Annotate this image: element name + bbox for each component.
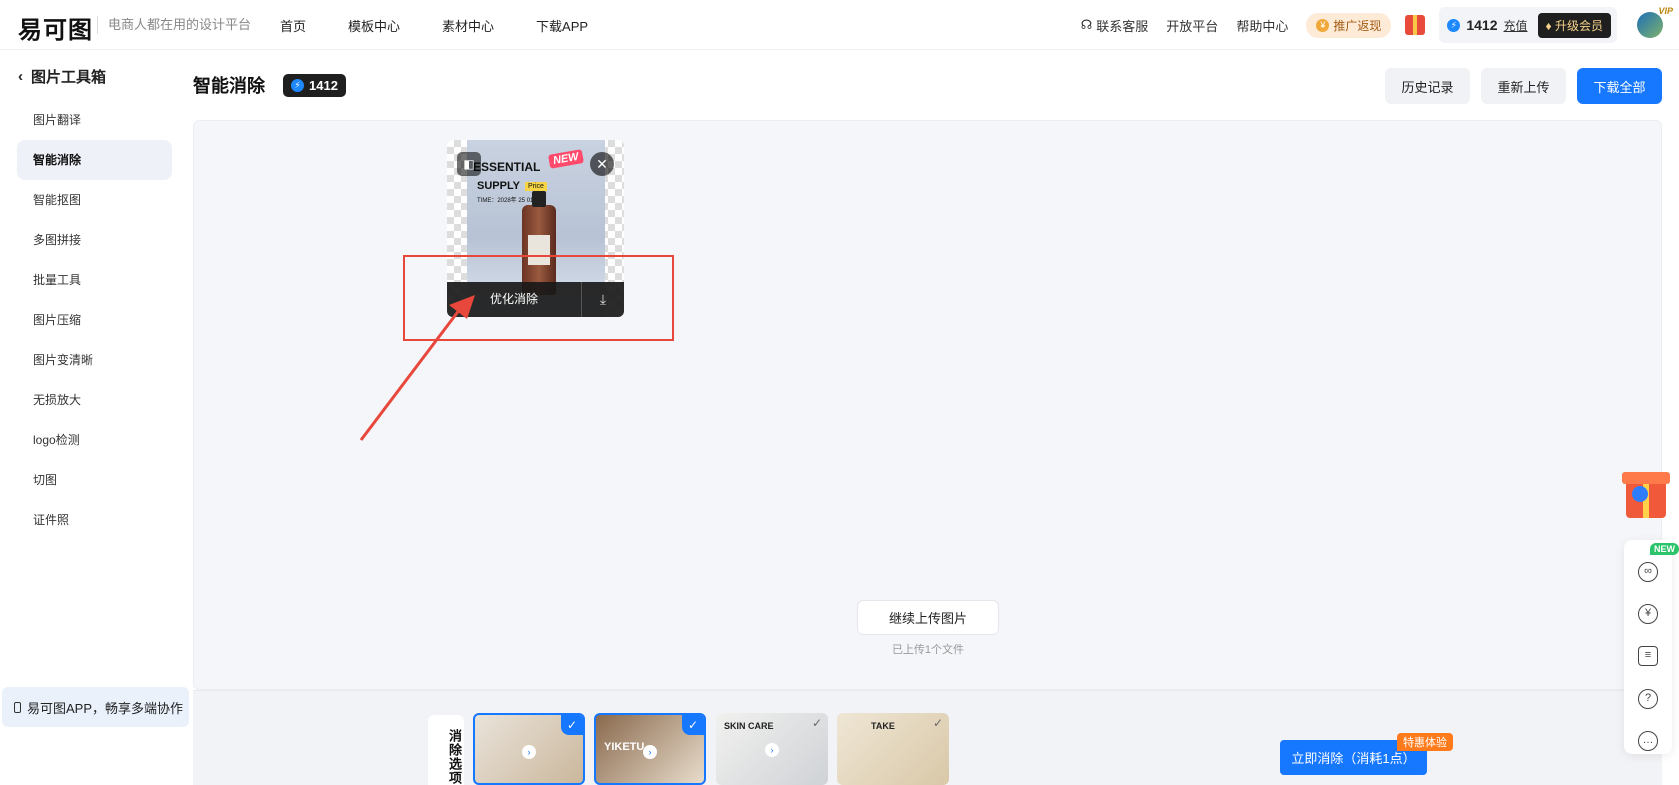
check-icon: ✓ — [932, 716, 944, 730]
sidebar-item-sharpen[interactable]: 图片变清晰 — [17, 340, 172, 380]
download-all-button[interactable]: 下载全部 — [1577, 68, 1662, 104]
sidebar-list: 图片翻译 智能消除 智能抠图 多图拼接 批量工具 图片压缩 图片变清晰 无损放大… — [17, 100, 172, 540]
open-platform-link[interactable]: 开放平台 — [1166, 16, 1218, 35]
sidebar-item-upscale[interactable]: 无损放大 — [17, 380, 172, 420]
help-center-link[interactable]: 帮助中心 — [1236, 16, 1288, 35]
avatar[interactable]: VIP — [1637, 6, 1673, 38]
sidebar-item-id-photo[interactable]: 证件照 — [17, 500, 172, 540]
sidebar-item-collage[interactable]: 多图拼接 — [17, 220, 172, 260]
sidebar-item-cutout[interactable]: 智能抠图 — [17, 180, 172, 220]
page-title: 智能消除 — [193, 76, 265, 96]
history-button[interactable]: 历史记录 — [1385, 68, 1470, 104]
promo-label: 推广返现 — [1333, 18, 1382, 33]
uploaded-count: 已上传1个文件 — [891, 644, 965, 656]
check-icon: ✓ — [682, 715, 704, 735]
poster-line2: SUPPLY — [477, 180, 521, 192]
top-bar: 易可图 电商人都在用的设计平台 首页 模板中心 素材中心 下载APP ☊ 联系客… — [0, 0, 1679, 50]
reupload-button[interactable]: 重新上传 — [1481, 68, 1566, 104]
sidebar-title[interactable]: ‹ 图片工具箱 — [18, 66, 106, 87]
customer-service-link[interactable]: ☊ 联系客服 — [1081, 16, 1149, 35]
logo[interactable]: 易可图 — [18, 10, 93, 45]
gift-promo-icon[interactable] — [1614, 462, 1674, 522]
coin-icon: ¥ — [1316, 18, 1330, 32]
main-nav: 首页 模板中心 素材中心 下载APP — [280, 16, 588, 35]
upgrade-label: 升级会员 — [1554, 18, 1603, 33]
new-badge: NEW — [1650, 543, 1679, 555]
sidebar-item-smart-erase[interactable]: 智能消除 — [17, 140, 172, 180]
slogan: 电商人都在用的设计平台 — [97, 16, 251, 34]
yuan-icon[interactable]: ¥ — [1638, 604, 1658, 624]
poster-price: Price — [525, 182, 547, 191]
link-icon[interactable]: ∞ — [1638, 562, 1658, 582]
headset-icon: ☊ — [1080, 17, 1093, 32]
check-icon: ✓ — [811, 716, 823, 730]
points-badge: ⚡ 1412 — [283, 74, 346, 97]
points-icon: ⚡ — [291, 79, 304, 92]
top-right: ☊ 联系客服 开放平台 帮助中心 ¥ 推广返现 ⚡ 1412 充值 ♦ 升级会员… — [1081, 0, 1679, 50]
diamond-icon: ♦ — [1545, 18, 1552, 33]
erase-option-3[interactable]: SKIN CARE ✓ › — [716, 713, 828, 785]
recharge-link[interactable]: 充值 — [1504, 17, 1528, 34]
play-icon[interactable]: › — [765, 743, 779, 757]
nav-templates[interactable]: 模板中心 — [348, 16, 400, 35]
close-icon[interactable]: ✕ — [590, 152, 614, 176]
help-icon[interactable]: ? — [1638, 689, 1658, 709]
sidebar: ‹ 图片工具箱 图片翻译 智能消除 智能抠图 多图拼接 批量工具 图片压缩 图片… — [0, 50, 180, 785]
nav-home[interactable]: 首页 — [280, 16, 306, 35]
sidebar-item-batch[interactable]: 批量工具 — [17, 260, 172, 300]
upgrade-vip-button[interactable]: ♦ 升级会员 — [1537, 12, 1611, 38]
option-caption: YIKETU — [604, 741, 645, 753]
sidebar-title-label: 图片工具箱 — [31, 69, 107, 86]
play-icon[interactable]: › — [522, 745, 536, 759]
play-icon[interactable]: › — [643, 745, 657, 759]
phone-icon — [14, 701, 21, 713]
option-caption: TAKE — [871, 721, 895, 731]
sidebar-item-logo-detect[interactable]: logo检测 — [17, 420, 172, 460]
note-icon[interactable]: ≡ — [1638, 646, 1658, 666]
erase-option-4[interactable]: TAKE ✓ — [837, 713, 949, 785]
pointer-arrow — [359, 295, 475, 441]
sidebar-item-translate[interactable]: 图片翻译 — [17, 100, 172, 140]
option-caption: SKIN CARE — [724, 721, 774, 731]
gift-icon[interactable] — [1405, 15, 1426, 35]
chat-icon[interactable]: … — [1638, 731, 1658, 751]
check-icon: ✓ — [561, 715, 583, 735]
points-icon: ⚡ — [1447, 18, 1461, 32]
vip-tag: VIP — [1658, 6, 1673, 16]
gift-coin — [1632, 486, 1648, 502]
nav-materials[interactable]: 素材中心 — [442, 16, 494, 35]
gift-lid — [1622, 472, 1670, 484]
sidebar-item-slice[interactable]: 切图 — [17, 460, 172, 500]
poster-new: NEW — [548, 149, 584, 169]
continue-upload-button[interactable]: 继续上传图片 — [857, 600, 999, 635]
poster-line1: ESSENTIAL — [473, 160, 541, 174]
customer-service-label: 联系客服 — [1096, 18, 1149, 34]
compare-icon[interactable]: ◧ — [457, 152, 481, 176]
trial-badge: 特惠体验 — [1397, 733, 1453, 751]
erase-options-label: 消除选项 — [428, 715, 464, 785]
app-banner[interactable]: 易可图APP，畅享多端协作 — [2, 687, 189, 727]
floating-toolbar: ∞ ¥ ≡ ? … — [1624, 540, 1672, 754]
sidebar-item-compress[interactable]: 图片压缩 — [17, 300, 172, 340]
points-box: ⚡ 1412 充值 ♦ 升级会员 — [1439, 7, 1617, 43]
points-badge-value: 1412 — [309, 78, 338, 93]
points-value: 1412 — [1466, 17, 1498, 33]
nav-download-app[interactable]: 下载APP — [536, 16, 588, 35]
promo-button[interactable]: ¥ 推广返现 — [1306, 12, 1392, 38]
app-banner-label: 易可图APP，畅享多端协作 — [27, 700, 184, 716]
chevron-left-icon: ‹ — [18, 68, 23, 85]
erase-option-2[interactable]: YIKETU ✓ › — [594, 713, 706, 785]
erase-option-1[interactable]: ✓ › — [473, 713, 585, 785]
